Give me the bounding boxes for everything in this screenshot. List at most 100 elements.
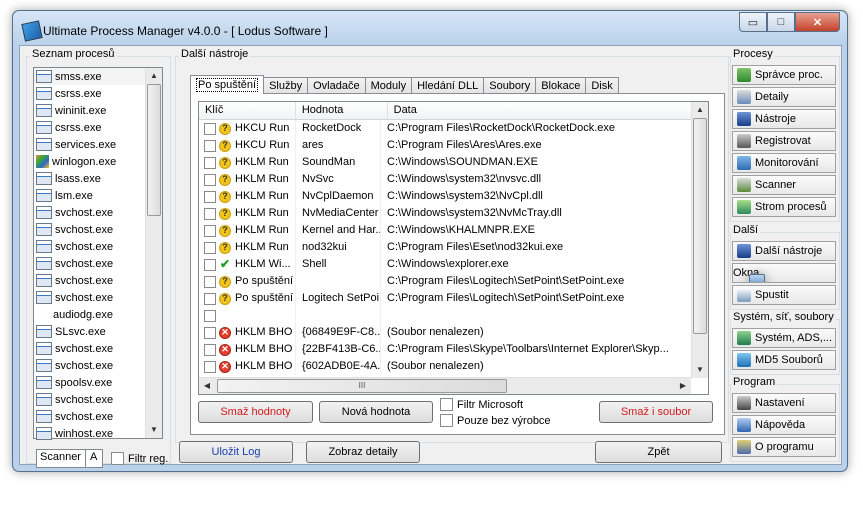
row-checkbox[interactable] bbox=[204, 343, 216, 356]
process-item[interactable]: SLsvc.exe bbox=[34, 323, 162, 340]
process-item[interactable]: wininit.exe bbox=[34, 102, 162, 119]
filter-microsoft-box[interactable] bbox=[440, 398, 453, 411]
row-checkbox[interactable] bbox=[204, 360, 216, 373]
row-checkbox[interactable] bbox=[204, 326, 216, 339]
grid-row[interactable]: ✔ HKLM Wi... Shell C:\Windows\explorer.exe bbox=[199, 256, 691, 273]
grid-hscrollbar[interactable]: ◀ III ▶ bbox=[199, 377, 691, 394]
sidebar-button[interactable]: Nápověda bbox=[732, 415, 836, 435]
row-checkbox[interactable] bbox=[204, 241, 216, 254]
grid-scroll-thumb[interactable] bbox=[693, 118, 707, 334]
scanner-field[interactable]: Scanner A bbox=[36, 449, 103, 468]
tab-2[interactable]: Služby bbox=[263, 77, 309, 94]
scanner-a-button[interactable]: A bbox=[84, 450, 101, 467]
new-value-button[interactable]: Nová hodnota bbox=[319, 401, 433, 423]
tab-8[interactable]: Disk bbox=[585, 77, 619, 94]
sidebar-button[interactable]: O programu bbox=[732, 437, 836, 457]
row-checkbox[interactable] bbox=[204, 292, 216, 305]
grid-row[interactable] bbox=[199, 307, 691, 324]
filter-reg-box[interactable] bbox=[111, 452, 124, 465]
grid-scroll-left-arrow[interactable]: ◀ bbox=[199, 378, 215, 394]
process-item[interactable]: lsass.exe bbox=[34, 170, 162, 187]
delete-values-button[interactable]: Smaž hodnoty bbox=[198, 401, 313, 423]
process-item[interactable]: svchost.exe bbox=[34, 289, 162, 306]
row-checkbox[interactable] bbox=[204, 309, 216, 322]
maximize-button[interactable]: □ bbox=[767, 12, 795, 32]
sidebar-button[interactable]: Strom procesů bbox=[732, 197, 836, 217]
grid-scroll-down-arrow[interactable]: ▼ bbox=[692, 362, 708, 378]
grid-row[interactable]: ? HKLM Run Kernel and Har... C:\Windows\KHA… bbox=[199, 222, 691, 239]
row-checkbox[interactable] bbox=[204, 156, 216, 169]
sidebar-button[interactable]: Další nástroje bbox=[732, 241, 836, 261]
scroll-thumb[interactable] bbox=[147, 84, 161, 216]
grid-row[interactable]: ✕ HKLM BHO {06849E9F-C8... (Soubor nenalez… bbox=[199, 324, 691, 341]
grid-scroll-up-arrow[interactable]: ▲ bbox=[692, 102, 708, 118]
process-item[interactable]: winhost.exe bbox=[34, 425, 162, 442]
grid-scroll-right-arrow[interactable]: ▶ bbox=[675, 378, 691, 394]
process-item[interactable]: csrss.exe bbox=[34, 119, 162, 136]
sidebar-button[interactable]: Systém, ADS,... bbox=[732, 328, 836, 348]
row-checkbox[interactable] bbox=[204, 139, 216, 152]
sidebar-button[interactable]: Scanner bbox=[732, 175, 836, 195]
no-vendor-box[interactable] bbox=[440, 414, 453, 427]
process-item[interactable]: svchost.exe bbox=[34, 408, 162, 425]
process-item[interactable]: svchost.exe bbox=[34, 238, 162, 255]
process-item[interactable]: csrss.exe bbox=[34, 85, 162, 102]
process-item[interactable]: svchost.exe bbox=[34, 340, 162, 357]
grid-row[interactable]: ? Po spuštění C:\Program Files\Logitech\Se… bbox=[199, 273, 691, 290]
sidebar-button[interactable]: Nástroje bbox=[732, 109, 836, 129]
grid-row[interactable]: ? Po spuštění Logitech SetPoi... C:\Program… bbox=[199, 290, 691, 307]
process-item[interactable]: spoolsv.exe bbox=[34, 374, 162, 391]
process-item[interactable]: svchost.exe bbox=[34, 221, 162, 238]
sidebar-button[interactable]: Spustit bbox=[732, 285, 836, 305]
grid-row[interactable]: ? HKLM Run NvCplDaemon C:\Windows\system32\… bbox=[199, 188, 691, 205]
sidebar-button[interactable]: Okna bbox=[732, 263, 836, 283]
sidebar-button[interactable]: Správce proc. bbox=[732, 65, 836, 85]
filter-reg-checkbox[interactable]: Filtr reg. bbox=[111, 452, 168, 465]
col-key[interactable]: Klíč bbox=[199, 102, 296, 119]
tab-3[interactable]: Ovladače bbox=[307, 77, 366, 94]
row-checkbox[interactable] bbox=[204, 207, 216, 220]
process-item[interactable]: winlogon.exe bbox=[34, 153, 162, 170]
tab-5[interactable]: Hledání DLL bbox=[411, 77, 485, 94]
save-log-button[interactable]: Uložit Log bbox=[179, 441, 293, 463]
grid-hscroll-thumb[interactable]: III bbox=[217, 379, 507, 393]
back-button[interactable]: Zpět bbox=[595, 441, 722, 463]
col-data[interactable]: Data bbox=[388, 102, 691, 119]
sidebar-button[interactable]: MD5 Souborů bbox=[732, 350, 836, 370]
close-button[interactable]: ✕ bbox=[795, 12, 840, 32]
delete-file-button[interactable]: Smaž i soubor bbox=[599, 401, 713, 423]
process-item[interactable]: services.exe bbox=[34, 136, 162, 153]
grid-row[interactable]: ✕ HKLM BHO {602ADB0E-4A... (Soubor nenalez… bbox=[199, 358, 691, 375]
process-item[interactable]: lsm.exe bbox=[34, 187, 162, 204]
grid-row[interactable]: ? HKLM Run nod32kui C:\Program Files\Eset\n… bbox=[199, 239, 691, 256]
grid-row[interactable]: ? HKLM Run SoundMan C:\Windows\SOUNDMAN.EXE bbox=[199, 154, 691, 171]
row-checkbox[interactable] bbox=[204, 258, 216, 271]
grid-row[interactable]: ? HKLM Run NvMediaCenter C:\Windows\system3… bbox=[199, 205, 691, 222]
row-checkbox[interactable] bbox=[204, 224, 216, 237]
row-checkbox[interactable] bbox=[204, 173, 216, 186]
process-item[interactable]: audiodg.exe bbox=[34, 306, 162, 323]
filter-microsoft-checkbox[interactable]: Filtr Microsoft bbox=[440, 398, 523, 411]
show-details-button[interactable]: Zobraz detaily bbox=[306, 441, 420, 463]
startup-grid[interactable]: Klíč Hodnota Data ? HKCU Run RocketDock C:\… bbox=[198, 101, 709, 395]
process-item[interactable]: svchost.exe bbox=[34, 204, 162, 221]
tab-7[interactable]: Blokace bbox=[535, 77, 587, 94]
sidebar-button[interactable]: Nastavení bbox=[732, 393, 836, 413]
tab-1[interactable]: Po spuštění bbox=[190, 75, 265, 94]
col-value[interactable]: Hodnota bbox=[296, 102, 388, 119]
scroll-up-arrow[interactable]: ▲ bbox=[146, 68, 162, 84]
sidebar-button[interactable]: Monitorování bbox=[732, 153, 836, 173]
grid-row[interactable]: ✕ HKLM BHO {22BF413B-C6... C:\Program Files… bbox=[199, 341, 691, 358]
process-item[interactable]: smss.exe bbox=[34, 68, 162, 85]
process-item[interactable]: svchost.exe bbox=[34, 255, 162, 272]
tab-4[interactable]: Moduly bbox=[364, 77, 413, 94]
minimize-button[interactable]: ▭ bbox=[739, 12, 767, 32]
sidebar-button[interactable]: Registrovat bbox=[732, 131, 836, 151]
row-checkbox[interactable] bbox=[204, 275, 216, 288]
process-item[interactable]: svchost.exe bbox=[34, 391, 162, 408]
tab-6[interactable]: Soubory bbox=[483, 77, 537, 94]
title-bar[interactable]: Ultimate Process Manager v4.0.0 - [ Lodu… bbox=[13, 11, 847, 45]
process-list[interactable]: smss.exe csrss.exe wininit.exe csrss.exe ser… bbox=[33, 67, 163, 442]
row-checkbox[interactable] bbox=[204, 122, 216, 135]
grid-vscrollbar[interactable]: ▲ ▼ bbox=[691, 102, 708, 378]
